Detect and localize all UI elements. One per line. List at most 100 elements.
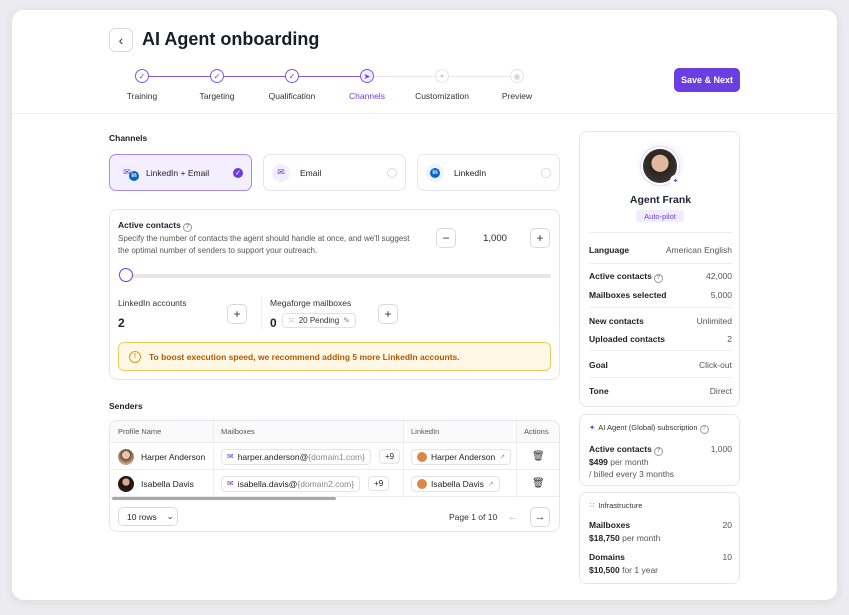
onboarding-window: ‹ AI Agent onboarding ✓ Training ✓ Targe…	[12, 10, 837, 600]
channel-email[interactable]: ✉ Email	[263, 154, 406, 191]
mail-linkedin-icon: ✉ in	[118, 163, 139, 182]
active-contacts-title: Active contacts?	[118, 220, 192, 232]
page-info: Page 1 of 10	[449, 512, 498, 522]
step-preview[interactable]: ◉ Preview	[482, 68, 552, 101]
grid-icon: ⁙	[288, 316, 295, 325]
next-page-button[interactable]: →	[530, 507, 550, 527]
avatar	[417, 478, 427, 489]
column-header: Mailboxes	[213, 421, 403, 443]
step-customization[interactable]: ✦ Customization	[407, 68, 477, 101]
external-link-icon: ↗	[487, 480, 494, 488]
back-button[interactable]: ‹	[109, 28, 133, 52]
profile-name: Isabella Davis	[141, 478, 194, 489]
mailbox-icon: ✉	[227, 452, 234, 461]
detail-uploaded-contacts: Uploaded contacts 2	[589, 334, 732, 344]
radio-icon[interactable]	[387, 167, 397, 178]
mailbox-chip[interactable]: ✉ isabella.davis@ {domain2.com}	[221, 475, 361, 492]
divider	[589, 307, 732, 308]
info-icon[interactable]: ?	[653, 446, 663, 456]
column-header: Actions	[516, 421, 559, 443]
step-qualification[interactable]: ✓ Qualification	[257, 68, 327, 101]
add-linkedin-button[interactable]: +	[227, 304, 247, 324]
agent-name: Agent Frank	[629, 194, 692, 206]
table-row[interactable]: Harper Anderson ✉ harper.anderson@ {domain…	[110, 443, 559, 470]
subscription-card: ✦ AI Agent (Global) subscription? Active …	[579, 414, 740, 486]
linkedin-accounts-value: 2	[118, 316, 125, 330]
step-channels[interactable]: ➤ Channels	[332, 68, 402, 101]
chevron-left-icon: ‹	[118, 32, 124, 48]
mailbox-icon: ✉	[227, 479, 234, 488]
plus-icon: +	[384, 307, 392, 321]
column-header: LinkedIn	[403, 421, 516, 443]
decrement-button[interactable]: −	[436, 228, 456, 248]
linkedin-icon: in	[426, 163, 444, 182]
info-icon[interactable]: ?	[699, 424, 709, 434]
recommendation-warning: ! To boost execution speed, we recommend…	[118, 342, 551, 371]
divider	[589, 263, 732, 264]
info-icon[interactable]: ?	[653, 273, 663, 283]
detail-new-contacts: New contacts Unlimited	[589, 316, 732, 326]
step-training[interactable]: ✓ Training	[107, 68, 177, 101]
detail-goal: Goal Click-out	[589, 360, 732, 370]
increment-button[interactable]: +	[530, 228, 550, 248]
sparkle-icon: ✦	[589, 423, 596, 432]
linkedin-chip[interactable]: Isabella Davis ↗	[411, 475, 500, 492]
column-header: Profile Name	[110, 421, 213, 443]
radio-checked-icon[interactable]: ✓	[233, 167, 243, 178]
avatar	[417, 451, 427, 462]
pending-badge[interactable]: ⁙ 20 Pending ✎	[282, 313, 356, 328]
plus-icon: +	[233, 307, 241, 321]
subscription-price: $499 per month	[589, 457, 649, 467]
horizontal-scrollbar[interactable]	[112, 497, 336, 500]
mailbox-chip[interactable]: ✉ harper.anderson@ {domain1.com}	[221, 448, 371, 465]
infrastructure-title: ⁙ Infrastructure	[589, 501, 643, 510]
contacts-slider-track[interactable]	[124, 274, 551, 278]
page-title: AI Agent onboarding	[142, 29, 320, 49]
infra-mailboxes-price: $18,750 per month	[589, 533, 661, 543]
detail-mailboxes: Mailboxes selected 5,000	[589, 290, 732, 300]
mail-icon: ✉	[272, 163, 290, 182]
info-icon[interactable]: ?	[182, 222, 192, 232]
linkedin-accounts-label: LinkedIn accounts	[118, 298, 187, 308]
plus-icon: +	[536, 231, 544, 245]
infrastructure-card: ⁙ Infrastructure Mailboxes 20 $18,750 per …	[579, 492, 740, 584]
channel-linkedin[interactable]: in LinkedIn	[417, 154, 560, 191]
channels-heading: Channels	[109, 133, 148, 143]
trash-icon[interactable]: 🗑	[532, 451, 545, 462]
contacts-value[interactable]: 1,000	[468, 233, 522, 244]
radio-icon[interactable]	[541, 167, 551, 178]
contacts-slider-handle[interactable]	[119, 268, 133, 282]
active-contacts-description: Specify the number of contacts the agent…	[118, 234, 410, 255]
divider	[589, 350, 732, 351]
prev-page-button[interactable]: ←	[503, 507, 523, 527]
linkedin-chip[interactable]: Harper Anderson ↗	[411, 448, 512, 465]
subscription-title: ✦ AI Agent (Global) subscription?	[589, 423, 709, 434]
trash-icon[interactable]: 🗑	[532, 478, 545, 489]
rows-per-page-select[interactable]: 10 rows ⌄	[118, 507, 178, 526]
divider	[589, 377, 732, 378]
detail-language: Language American English	[589, 245, 732, 255]
table-row[interactable]: Isabella Davis ✉ isabella.davis@ {domain2.…	[110, 470, 559, 497]
divider	[261, 296, 262, 330]
arrow-left-icon: ←	[507, 511, 519, 523]
channel-linkedin-email[interactable]: ✉ in LinkedIn + Email ✓	[109, 154, 252, 191]
more-mailboxes-chip[interactable]: +9	[368, 476, 390, 491]
senders-heading: Senders	[109, 401, 143, 411]
add-mailbox-button[interactable]: +	[378, 304, 398, 324]
infra-mailboxes: Mailboxes 20	[589, 520, 732, 530]
save-next-button[interactable]: Save & Next	[674, 68, 740, 92]
profile-name: Harper Anderson	[141, 451, 206, 462]
chevron-down-icon: ⌄	[166, 512, 174, 521]
stepper: ✓ Training ✓ Targeting ✓ Qualification ➤…	[12, 68, 652, 104]
mailboxes-label: Megaforge mailboxes	[270, 298, 352, 308]
more-mailboxes-chip[interactable]: +9	[378, 449, 401, 464]
preview-icon: ◉	[510, 69, 524, 83]
edit-icon: ✎	[343, 316, 350, 325]
send-icon: ➤	[360, 69, 374, 83]
minus-icon: −	[442, 231, 450, 245]
check-icon: ✓	[285, 69, 299, 83]
status-badge: Auto-pilot	[636, 210, 684, 222]
mailboxes-value: 0	[270, 316, 277, 330]
step-targeting[interactable]: ✓ Targeting	[182, 68, 252, 101]
arrow-right-icon: →	[534, 511, 546, 523]
